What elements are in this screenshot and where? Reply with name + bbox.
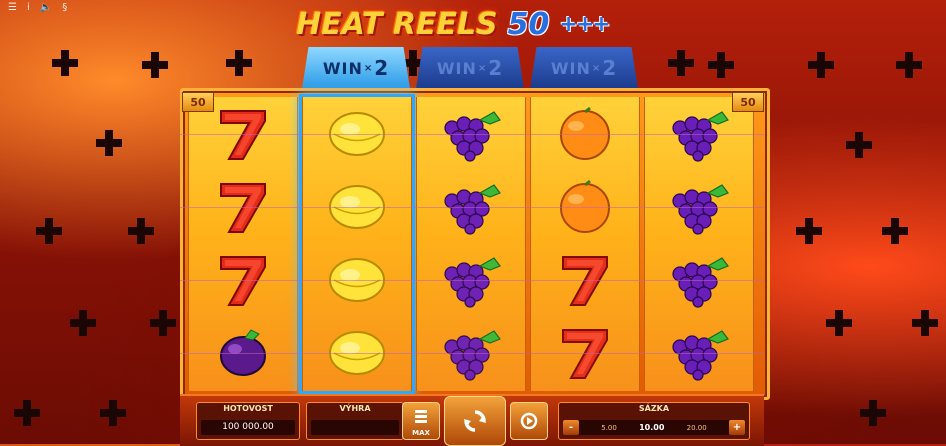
menu-icon[interactable]: ☰ [8,2,17,13]
win-multiplier-value: 2 [488,56,504,80]
stake-decrease-button[interactable]: - [563,420,579,435]
bg-cross [882,218,908,244]
spin-button[interactable] [444,396,506,446]
balance-value: 100 000.00 [201,420,295,435]
bg-cross [860,400,886,426]
bg-cross [912,310,938,336]
bg-cross [826,310,852,336]
stake-label: SÁZKA [638,404,670,413]
logo-plus-signs: +++ [559,11,610,37]
info-icon[interactable]: i [27,2,30,13]
win-multiplier-head-reel-4: WIN × 2 [530,47,638,89]
win-label: WIN [322,58,363,78]
bg-cross [226,50,252,76]
stake-selector: - 5.00 10.00 20.00 + [563,420,745,435]
bg-cross [14,400,40,426]
balance-panel: HOTOVOST 100 000.00 [196,402,300,440]
bg-cross [100,400,126,426]
stake-panel: SÁZKA - 5.00 10.00 20.00 + [558,402,750,440]
win-label: WIN [550,58,591,78]
payline [180,207,764,208]
stake-option-selected[interactable]: 10.00 [639,423,664,432]
reel-4 [530,97,640,391]
autoplay-icon [520,412,538,430]
bg-cross [896,52,922,78]
win-multiplier-head-reel-2: WIN × 2 [302,47,410,89]
payline [180,280,764,281]
reel-5 [644,97,754,391]
paylines-badge-right: 50 [732,92,764,112]
sound-icon[interactable]: 🔈 [40,2,52,13]
reel-1 [188,97,298,391]
win-multiplier-value: 2 [374,56,390,80]
reel-3 [416,97,526,391]
payline [180,353,764,354]
payline [180,134,764,135]
max-bet-button[interactable]: MAX [402,402,440,440]
bg-cross [96,130,122,156]
bg-cross [52,50,78,76]
bg-cross [668,50,694,76]
win-label: WIN [436,58,477,78]
bottom-control-bar: HOTOVOST 100 000.00 VÝHRA MAX SÁZKA - 5.… [180,394,764,446]
win-amount-value [311,420,399,435]
spin-arrows-icon [464,410,486,432]
bg-cross [846,132,872,158]
autoplay-button[interactable] [510,402,548,440]
bg-cross [36,218,62,244]
bg-cross [128,218,154,244]
max-bet-label: MAX [412,429,430,437]
times-symbol: × [591,62,602,74]
bg-cross [708,52,734,78]
win-multiplier-head-reel-3: WIN × 2 [416,47,524,89]
win-panel: VÝHRA [306,402,404,440]
win-multiplier-value: 2 [602,56,618,80]
bg-cross [796,218,822,244]
times-symbol: × [477,62,488,74]
stake-increase-button[interactable]: + [728,420,745,435]
currency-icon[interactable]: § [62,2,67,13]
stack-icon [415,410,427,423]
logo-number: 50 [507,6,550,42]
paylines-badge-left: 50 [182,92,214,112]
win-amount-label: VÝHRA [339,404,371,413]
game-logo: HEAT REELS 50 +++ [296,4,611,44]
bg-cross [808,52,834,78]
reel-2 [302,97,412,391]
stake-option[interactable]: 20.00 [687,424,707,432]
balance-label: HOTOVOST [223,404,273,413]
bg-cross [70,310,96,336]
stake-option[interactable]: 5.00 [601,424,617,432]
bg-cross [142,52,168,78]
bg-cross [150,310,176,336]
logo-title: HEAT REELS [296,6,498,42]
times-symbol: × [363,62,374,74]
top-utility-bar: ☰ i 🔈 § [8,2,67,13]
